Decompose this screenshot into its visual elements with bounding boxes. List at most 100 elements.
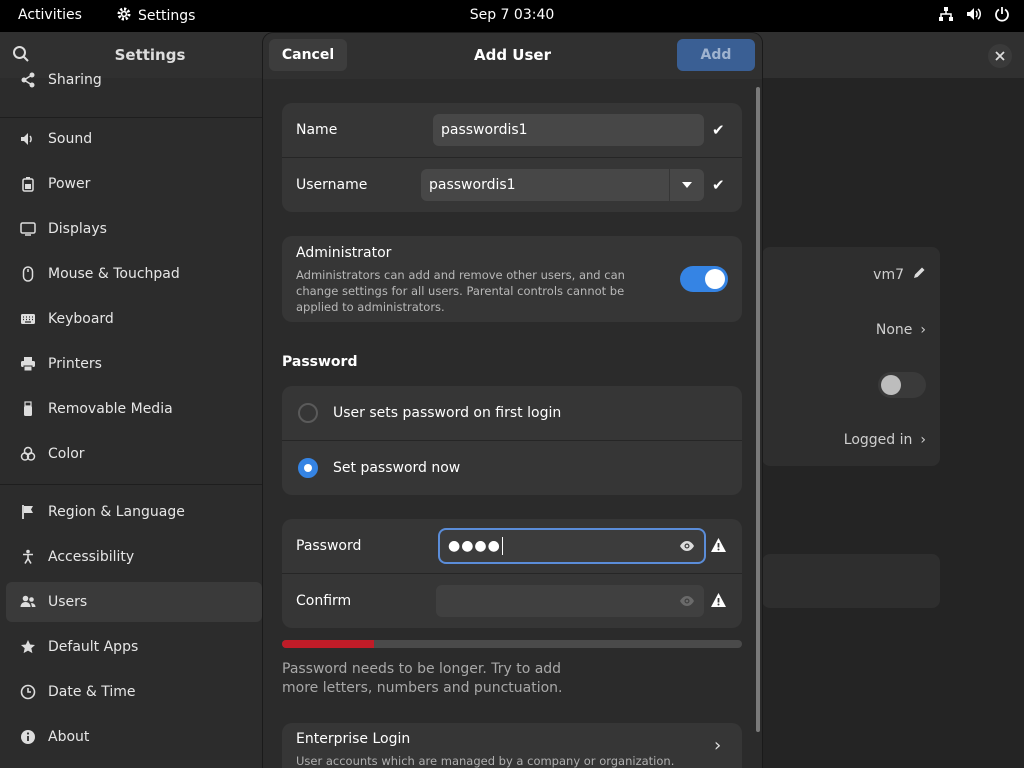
sidebar-item-label: Accessibility	[48, 549, 135, 565]
password-row: Password ●●●●	[282, 519, 742, 573]
sidebar-item-region[interactable]: Region & Language	[6, 492, 262, 532]
radio-set-now[interactable]	[298, 458, 318, 478]
background-card	[762, 554, 940, 608]
administrator-switch[interactable]	[680, 266, 728, 292]
sidebar-item-label: Users	[48, 594, 88, 610]
sidebar-item-label: Mouse & Touchpad	[48, 266, 180, 282]
sidebar-item-date-time[interactable]: Date & Time	[6, 672, 262, 712]
activities-button[interactable]: Activities	[18, 7, 82, 23]
sidebar-item-label: Date & Time	[48, 684, 136, 700]
sidebar-item-label: Default Apps	[48, 639, 139, 655]
confirm-field[interactable]	[436, 585, 704, 617]
sidebar-item-label: Color	[48, 446, 85, 462]
battery-icon	[18, 176, 38, 192]
system-tray[interactable]	[938, 6, 1010, 26]
name-field[interactable]: passwordis1	[433, 114, 704, 146]
sidebar-item-accessibility[interactable]: Accessibility	[6, 537, 262, 577]
auto-login-switch[interactable]	[878, 371, 926, 398]
password-mode-card: User sets password on first login Set pa…	[282, 386, 742, 495]
sidebar-item-default-apps[interactable]: Default Apps	[6, 627, 262, 667]
keyboard-icon	[18, 311, 38, 327]
password-section-title: Password	[282, 354, 358, 370]
close-icon	[995, 51, 1005, 61]
username-dropdown-button[interactable]	[670, 169, 704, 201]
administrator-description: Administrators can add and remove other …	[296, 268, 625, 314]
sidebar-item-label: Displays	[48, 221, 107, 237]
power-icon[interactable]	[994, 6, 1010, 26]
sidebar-item-label: Keyboard	[48, 311, 114, 327]
accessibility-icon	[18, 549, 38, 565]
account-name-row[interactable]: vm7	[762, 247, 940, 302]
identity-card: Name passwordis1 ✔ Username passwordis1 …	[282, 103, 742, 212]
username-label: Username	[296, 177, 368, 193]
auto-login-row[interactable]	[762, 357, 940, 412]
enterprise-login-row[interactable]: Enterprise Login User accounts which are…	[282, 723, 742, 768]
last-login-row[interactable]: Logged in ›	[762, 412, 940, 467]
users-icon	[18, 594, 38, 610]
info-icon	[18, 729, 38, 745]
color-icon	[18, 446, 38, 462]
radio-first-login[interactable]	[298, 403, 318, 423]
radio-row-first-login[interactable]: User sets password on first login	[282, 386, 742, 440]
divider	[0, 117, 262, 118]
chevron-right-icon: ›	[920, 431, 926, 448]
pencil-icon[interactable]	[912, 266, 926, 284]
volume-icon[interactable]	[966, 6, 982, 26]
password-strength-bar	[282, 640, 742, 648]
clock-icon	[18, 684, 38, 700]
sidebar-item-keyboard[interactable]: Keyboard	[6, 299, 262, 339]
sidebar-item-displays[interactable]: Displays	[6, 209, 262, 249]
usb-icon	[18, 401, 38, 417]
divider	[0, 484, 262, 485]
add-button[interactable]: Add	[677, 39, 755, 71]
radio-row-set-now[interactable]: Set password now	[282, 441, 742, 495]
network-icon[interactable]	[938, 6, 954, 26]
sidebar-item-label: Printers	[48, 356, 102, 372]
display-icon	[18, 221, 38, 237]
last-login-value: Logged in	[843, 431, 913, 448]
eye-icon[interactable]	[679, 538, 695, 558]
chevron-down-icon	[682, 182, 692, 188]
username-field[interactable]: passwordis1	[421, 169, 669, 201]
name-label: Name	[296, 122, 338, 138]
sidebar-item-label: Sound	[48, 131, 93, 147]
clock[interactable]: Sep 7 03:40	[470, 7, 555, 23]
sidebar-item-sound[interactable]: Sound	[6, 119, 262, 159]
administrator-title: Administrator	[296, 245, 392, 261]
password-field[interactable]: ●●●●	[440, 530, 704, 562]
enterprise-login-title: Enterprise Login	[296, 731, 411, 747]
sidebar: Settings Sharing Sound Power Displays Mo…	[0, 32, 262, 768]
gear-icon	[116, 6, 132, 26]
speaker-icon	[18, 131, 38, 147]
sidebar-item-label: About	[48, 729, 90, 745]
chevron-right-icon: ›	[920, 321, 926, 338]
account-type-row[interactable]: None ›	[762, 302, 940, 357]
share-icon	[18, 72, 38, 88]
flag-icon	[18, 504, 38, 520]
dialog-header: Cancel Add User Add	[263, 33, 762, 79]
eye-icon[interactable]	[679, 593, 695, 613]
sidebar-item-color[interactable]: Color	[6, 434, 262, 474]
sidebar-item-users[interactable]: Users	[6, 582, 262, 622]
sidebar-item-printers[interactable]: Printers	[6, 344, 262, 384]
confirm-row: Confirm	[282, 574, 742, 628]
cancel-button[interactable]: Cancel	[269, 39, 347, 71]
sidebar-item-sharing[interactable]: Sharing	[6, 60, 262, 100]
sidebar-item-label: Sharing	[48, 72, 102, 88]
enterprise-login-description: User accounts which are managed by a com…	[296, 754, 675, 768]
close-window-button[interactable]	[988, 44, 1012, 68]
username-row: Username passwordis1 ✔	[282, 158, 742, 212]
confirm-label: Confirm	[296, 593, 352, 609]
administrator-card: Administrator Administrators can add and…	[282, 236, 742, 322]
sidebar-item-about[interactable]: About	[6, 717, 262, 757]
warning-icon	[710, 592, 727, 612]
app-menu[interactable]: Settings	[116, 6, 195, 26]
sidebar-item-power[interactable]: Power	[6, 164, 262, 204]
password-strength-fill	[282, 640, 374, 648]
add-user-dialog: Cancel Add User Add Name passwordis1 ✔ U…	[263, 33, 762, 768]
sidebar-item-mouse[interactable]: Mouse & Touchpad	[6, 254, 262, 294]
password-value: ●●●●	[448, 538, 501, 554]
radio-first-login-label: User sets password on first login	[333, 405, 562, 421]
dialog-scrollbar[interactable]	[756, 87, 760, 732]
sidebar-item-removable-media[interactable]: Removable Media	[6, 389, 262, 429]
